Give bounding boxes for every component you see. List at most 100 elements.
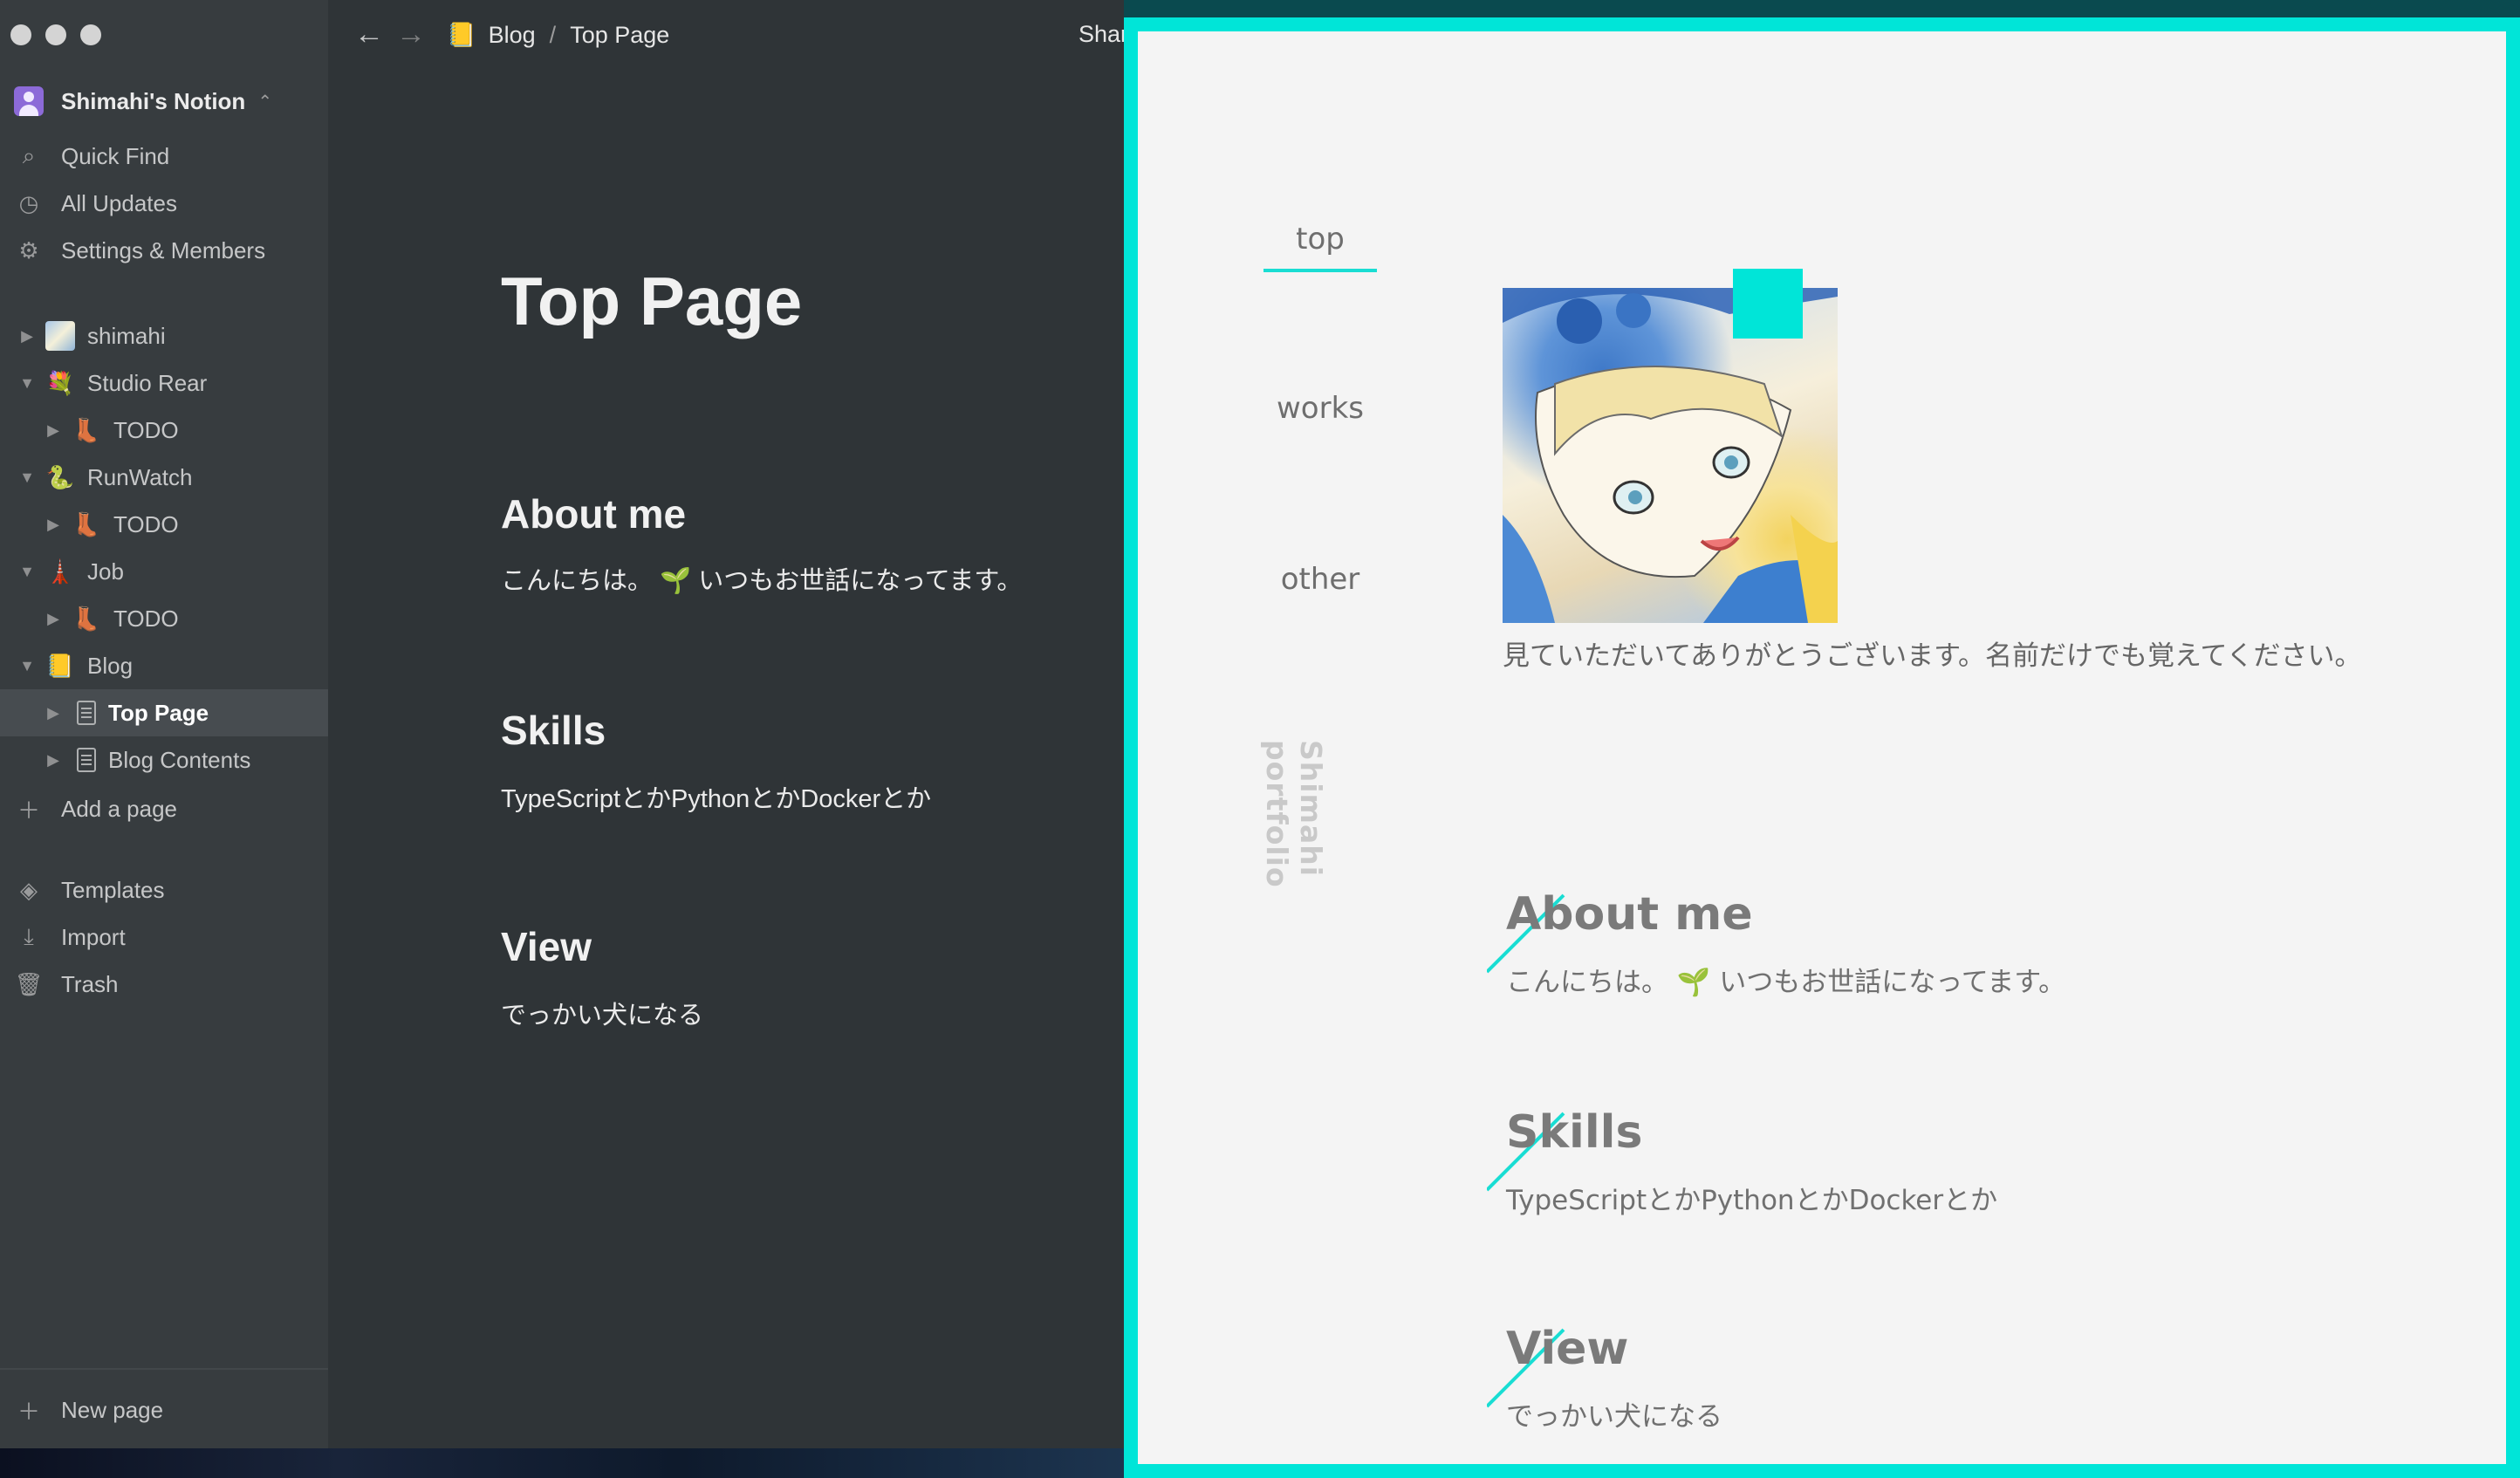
triangle-down-icon[interactable]: ▼: [17, 469, 37, 487]
nav-other[interactable]: other: [1263, 562, 1377, 597]
heading-view: View: [1506, 1323, 1629, 1375]
sidebar-item-label: Studio Rear: [87, 369, 208, 396]
quick-find-button[interactable]: ⌕ Quick Find: [0, 133, 328, 180]
templates-label: Templates: [61, 876, 165, 903]
notebook-icon: 📒: [447, 22, 476, 48]
plus-icon: ＋: [17, 1398, 40, 1425]
triangle-down-icon[interactable]: ▼: [17, 374, 37, 393]
triangle-down-icon[interactable]: ▼: [17, 563, 37, 581]
text-view: でっかい犬になる: [1506, 1401, 1722, 1433]
site-vertical-label: Shimahi portfolio: [1260, 740, 1328, 888]
gear-icon: ⚙: [18, 236, 39, 263]
page-title[interactable]: Top Page: [501, 262, 802, 341]
sidebar-item-top-page[interactable]: ▶ Top Page: [0, 689, 328, 736]
download-icon: ⤓: [24, 923, 34, 949]
page-emoji-icon: 💐: [45, 369, 75, 396]
all-updates-label: All Updates: [61, 189, 177, 216]
triangle-right-icon[interactable]: ▶: [17, 327, 37, 346]
sidebar-item-todo[interactable]: ▶ 👢 TODO: [0, 501, 328, 548]
heading-skills: Skills: [1506, 1106, 1643, 1159]
forward-arrow-icon[interactable]: →: [396, 17, 426, 51]
notion-window: Shimahi's Notion ⌃ ⌕ Quick Find ◷ All Updat…: [0, 0, 1134, 1448]
all-updates-button[interactable]: ◷ All Updates: [0, 180, 328, 227]
page-emoji-icon: 👢: [72, 510, 101, 537]
search-icon: ⌕: [22, 142, 36, 168]
add-page-label: Add a page: [61, 795, 178, 822]
preview-window: top works other Shimahi portfolio 見ていただい…: [1124, 0, 2520, 1478]
trash-button[interactable]: 🗑 Trash: [0, 961, 328, 1008]
accent-square: [1733, 269, 1803, 339]
sidebar-item-label: TODO: [113, 605, 179, 632]
document-icon: [77, 701, 96, 725]
triangle-right-icon[interactable]: ▶: [44, 704, 63, 722]
window-minimize-button[interactable]: [45, 24, 66, 45]
sidebar-item-label: RunWatch: [87, 463, 193, 490]
breadcrumb-blog[interactable]: Blog: [489, 22, 536, 49]
document-icon: [77, 748, 96, 772]
page-emoji-icon: 👢: [72, 605, 101, 632]
import-label: Import: [61, 923, 126, 950]
sidebar-item-todo[interactable]: ▶ 👢 TODO: [0, 407, 328, 454]
sidebar-item-todo[interactable]: ▶ 👢 TODO: [0, 595, 328, 642]
triangle-down-icon[interactable]: ▼: [17, 657, 37, 675]
page-emoji-icon: 📒: [45, 652, 75, 679]
window-zoom-button[interactable]: [80, 24, 101, 45]
heading-view[interactable]: View: [501, 923, 592, 970]
intro-text: 見ていただいてありがとうございます。名前だけでも覚えてください。: [1503, 640, 2362, 672]
sidebar-item-label: Blog: [87, 652, 134, 679]
breadcrumb-top-page[interactable]: Top Page: [570, 22, 669, 49]
sidebar-item-blog[interactable]: ▼ 📒 Blog: [0, 642, 328, 689]
sidebar-item-label: TODO: [113, 416, 179, 443]
workspace-name: Shimahi's Notion: [61, 87, 246, 114]
trash-icon: 🗑: [14, 970, 44, 997]
templates-button[interactable]: ◈ Templates: [0, 866, 328, 913]
sidebar-item-studio-rear[interactable]: ▼ 💐 Studio Rear: [0, 359, 328, 407]
sidebar-item-label: Top Page: [108, 699, 209, 726]
sidebar-item-job[interactable]: ▼ 🗼 Job: [0, 548, 328, 595]
chevron-updown-icon: ⌃: [257, 92, 273, 112]
profile-avatar: [1503, 269, 1838, 623]
sidebar-item-label: shimahi: [87, 322, 166, 349]
heading-skills[interactable]: Skills: [501, 707, 606, 754]
breadcrumb-separator: /: [549, 21, 557, 48]
quick-find-label: Quick Find: [61, 142, 170, 169]
triangle-right-icon[interactable]: ▶: [44, 421, 63, 440]
triangle-right-icon[interactable]: ▶: [44, 751, 63, 770]
nav-top[interactable]: top: [1263, 222, 1377, 272]
sidebar-item-label: TODO: [113, 510, 179, 537]
new-page-button[interactable]: ＋ New page: [0, 1386, 328, 1434]
page-emoji-icon: 👢: [72, 416, 101, 443]
text-about-me[interactable]: こんにちは。 🌱 いつもお世話になってます。: [501, 560, 1022, 597]
share-button[interactable]: Shar: [1079, 21, 1128, 48]
workspace-avatar: [14, 86, 44, 116]
heading-about-me: About me: [1506, 888, 1753, 941]
workspace-switcher[interactable]: Shimahi's Notion ⌃: [14, 84, 272, 119]
window-close-button[interactable]: [10, 24, 31, 45]
sidebar-item-shimahi[interactable]: ▶ shimahi: [0, 312, 328, 359]
sidebar-item-blog-contents[interactable]: ▶ Blog Contents: [0, 736, 328, 783]
text-view[interactable]: でっかい犬になる: [501, 995, 703, 1031]
back-arrow-icon[interactable]: ←: [354, 17, 384, 51]
sidebar-divider: [0, 1368, 328, 1370]
breadcrumb: 📒 Blog / Top Page: [447, 21, 669, 49]
page-thumbnail-icon: [45, 321, 75, 351]
sidebar-item-runwatch[interactable]: ▼ 🐍 RunWatch: [0, 454, 328, 501]
page-emoji-icon: 🐍: [45, 463, 75, 490]
triangle-right-icon[interactable]: ▶: [44, 610, 63, 628]
nav-works[interactable]: works: [1263, 391, 1377, 426]
clock-icon: ◷: [18, 189, 39, 216]
settings-members-button[interactable]: ⚙ Settings & Members: [0, 227, 328, 274]
text-skills[interactable]: TypeScriptとかPythonとかDockerとか: [501, 778, 931, 815]
heading-about-me[interactable]: About me: [501, 490, 686, 537]
settings-members-label: Settings & Members: [61, 236, 266, 263]
text-skills: TypeScriptとかPythonとかDockerとか: [1506, 1185, 1998, 1216]
sidebar-item-label: Blog Contents: [108, 746, 251, 773]
trash-label: Trash: [61, 970, 119, 997]
desktop-background: [0, 1448, 1134, 1478]
triangle-right-icon[interactable]: ▶: [44, 516, 63, 534]
portfolio-page: top works other Shimahi portfolio 見ていただい…: [1124, 17, 2520, 1478]
import-button[interactable]: ⤓ Import: [0, 913, 328, 961]
add-page-button[interactable]: ＋ Add a page: [0, 785, 328, 832]
sidebar: Shimahi's Notion ⌃ ⌕ Quick Find ◷ All Updat…: [0, 0, 328, 1448]
new-page-label: New page: [61, 1396, 164, 1423]
